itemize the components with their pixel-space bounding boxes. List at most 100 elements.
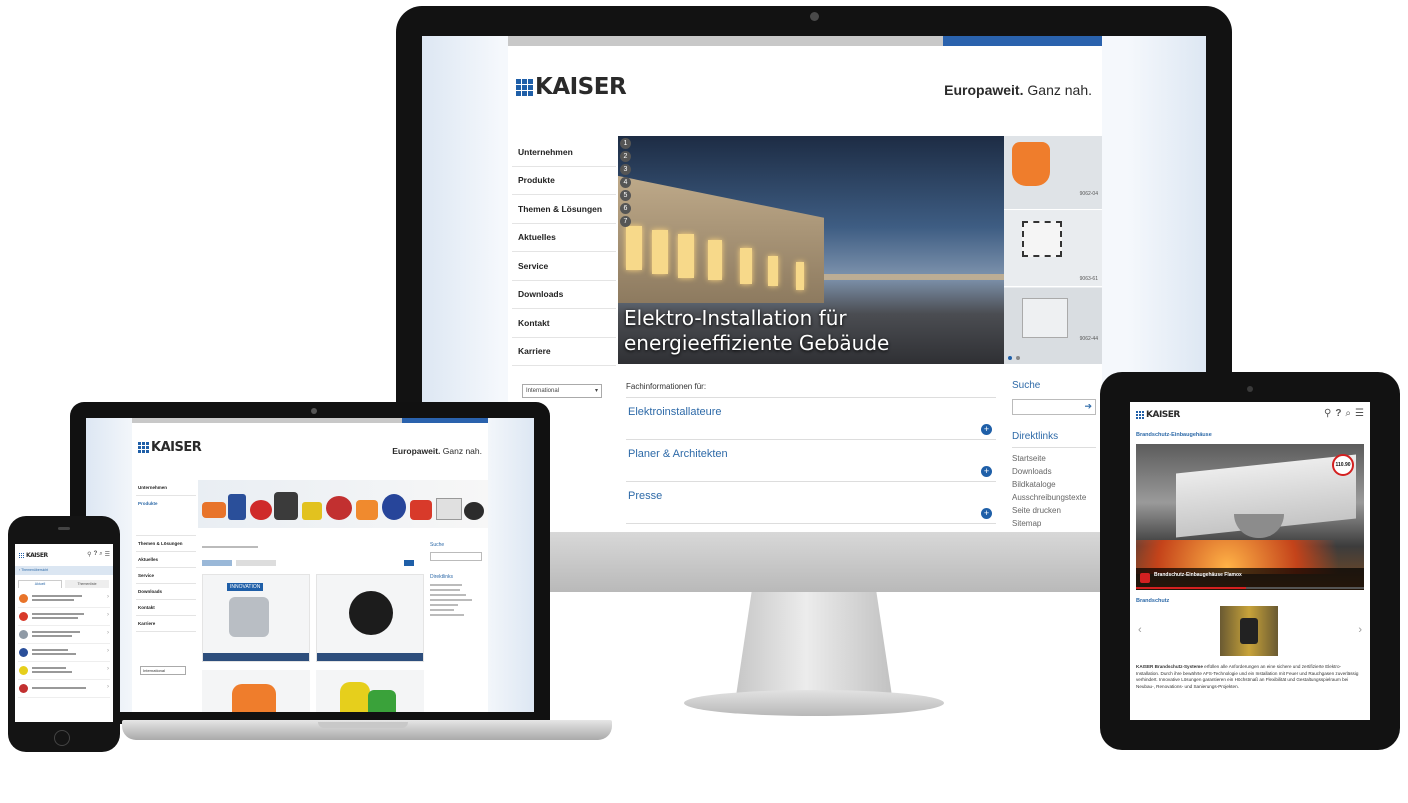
search-input[interactable]: ➔ [1012,399,1096,415]
product-card[interactable] [316,670,424,712]
top-strip [132,418,402,423]
kaiser-logo[interactable]: KAISER [19,552,48,559]
product-image [250,500,272,520]
logo-mark-icon [138,442,149,453]
tab-active[interactable] [202,560,232,566]
nav-item-produkte[interactable]: Produkte [136,496,196,536]
direct-link[interactable]: Bildkataloge [1012,478,1096,491]
top-strip-accent [943,36,1102,46]
list-item[interactable]: › [18,662,110,680]
search-icon[interactable]: ⌕ [1345,408,1351,419]
help-icon[interactable]: ? [1335,408,1341,419]
menu-icon[interactable]: ☰ [1355,408,1364,419]
language-select[interactable]: International [140,666,186,675]
product-image [436,498,462,520]
phone-home-button[interactable] [54,730,70,746]
product-card[interactable] [202,670,310,712]
speed-sign: 110.90 [1332,454,1354,476]
product-card[interactable]: INNOVATION [202,574,310,662]
info-item-planer[interactable]: Planer & Architekten + [626,440,996,482]
nav-item-unternehmen[interactable]: Unternehmen [512,138,616,167]
nav-item-karriere[interactable]: Karriere [512,338,616,366]
nav-item-themen[interactable]: Themen & Lösungen [512,195,616,224]
slide-dot-3[interactable]: 3 [620,164,631,175]
laptop-notch [318,722,408,728]
topic-thumb [19,630,28,639]
nav-item-downloads[interactable]: Downloads [136,584,196,600]
hero-banner[interactable]: 1 2 3 4 5 6 7 Elektro-Installation für e… [618,136,1004,364]
search-input[interactable] [430,552,482,561]
laptop-product-banner[interactable] [198,480,488,528]
language-select[interactable]: International ▾ [522,384,602,398]
menu-icon[interactable]: ☰ [105,551,110,558]
plus-icon[interactable]: + [981,508,992,519]
plus-icon[interactable]: + [981,424,992,435]
kaiser-logo[interactable]: KAISER [1136,410,1180,420]
direct-link[interactable]: Downloads [1012,465,1096,478]
laptop-screen: KAISER Europaweit. Ganz nah. Unternehmen… [86,418,534,712]
slide-dot-6[interactable]: 6 [620,203,631,214]
back-bar[interactable]: ‹ Themenübersicht [15,566,113,575]
plus-icon[interactable]: + [981,466,992,477]
tab-themenliste[interactable]: Themenliste [65,580,109,588]
location-pin-icon[interactable]: ⚲ [1324,408,1331,419]
nav-item-themen[interactable]: Themen & Lösungen [136,536,196,552]
chevron-right-icon: › [107,666,109,672]
info-heading: Fachinformationen für: [626,382,996,398]
brandschutz-image[interactable] [1220,606,1278,656]
list-item[interactable]: › [18,590,110,608]
tab-inactive[interactable] [236,560,276,566]
nav-item-kontakt[interactable]: Kontakt [512,309,616,338]
nav-item-kontakt[interactable]: Kontakt [136,600,196,616]
kaiser-logo[interactable]: KAISER [516,74,627,100]
laptop-camera [311,408,317,414]
tab-aktuell[interactable]: Aktuell [18,580,62,588]
list-item[interactable]: › [18,608,110,626]
chevron-right-icon[interactable]: › [1358,624,1362,636]
nav-item-produkte[interactable]: Produkte [512,167,616,195]
arrow-right-icon[interactable]: ➔ [1084,401,1092,412]
search-icon[interactable]: ⌕ [99,551,102,558]
chevron-down-icon: ▾ [594,388,598,394]
chevron-left-icon[interactable]: ‹ [1138,624,1142,636]
nav-item-aktuelles[interactable]: Aktuelles [136,552,196,568]
nav-item-unternehmen[interactable]: Unternehmen [136,480,196,496]
text-line [430,609,454,611]
slide-dot-5[interactable]: 5 [620,190,631,201]
video-caption-bar: Brandschutz-Einbaugehäuse Flamox [1136,568,1364,590]
kaiser-logo[interactable]: KAISER [138,440,202,455]
view-toggle-icon[interactable] [404,560,414,566]
nav-item-downloads[interactable]: Downloads [512,281,616,309]
location-pin-icon[interactable]: ⚲ [87,551,91,558]
info-item-presse[interactable]: Presse + [626,482,996,524]
topic-thumb [19,612,28,621]
thumb-code-3: 9062-44 [1079,336,1098,342]
help-icon[interactable]: ? [94,551,98,558]
nav-item-karriere[interactable]: Karriere [136,616,196,632]
product-card[interactable] [316,574,424,662]
list-item[interactable]: › [18,680,110,698]
tablet-screen: KAISER ⚲ ? ⌕ ☰ Brandschutz-Einbaugehäuse… [1130,402,1370,720]
thumb-wall-box[interactable]: 9062-44 [1004,288,1102,364]
nav-item-service[interactable]: Service [512,252,616,281]
slide-dot-7[interactable]: 7 [620,216,631,227]
nav-item-aktuelles[interactable]: Aktuelles [512,224,616,252]
direct-link[interactable]: Seite drucken [1012,504,1096,517]
monitor-base [684,690,944,716]
direct-link[interactable]: Startseite [1012,452,1096,465]
list-item[interactable]: › [18,644,110,662]
slide-dot-4[interactable]: 4 [620,177,631,188]
sub-heading: Brandschutz [1136,598,1170,604]
chevron-right-icon: › [107,630,109,636]
thumb-socket-box[interactable]: 9063-61 [1004,211,1102,287]
chevron-right-icon: › [107,648,109,654]
info-item-elektro[interactable]: Elektroinstallateure + [626,398,996,440]
nav-item-service[interactable]: Service [136,568,196,584]
slide-dot-1[interactable]: 1 [620,138,631,149]
direct-link[interactable]: Sitemap [1012,517,1096,530]
video-player[interactable]: 110.90 Brandschutz-Einbaugehäuse Flamox [1136,444,1364,590]
thumb-orange-box[interactable]: 9062-04 [1004,136,1102,210]
list-item[interactable]: › [18,626,110,644]
slide-dot-2[interactable]: 2 [620,151,631,162]
direct-link[interactable]: Ausschreibungstexte [1012,491,1096,504]
